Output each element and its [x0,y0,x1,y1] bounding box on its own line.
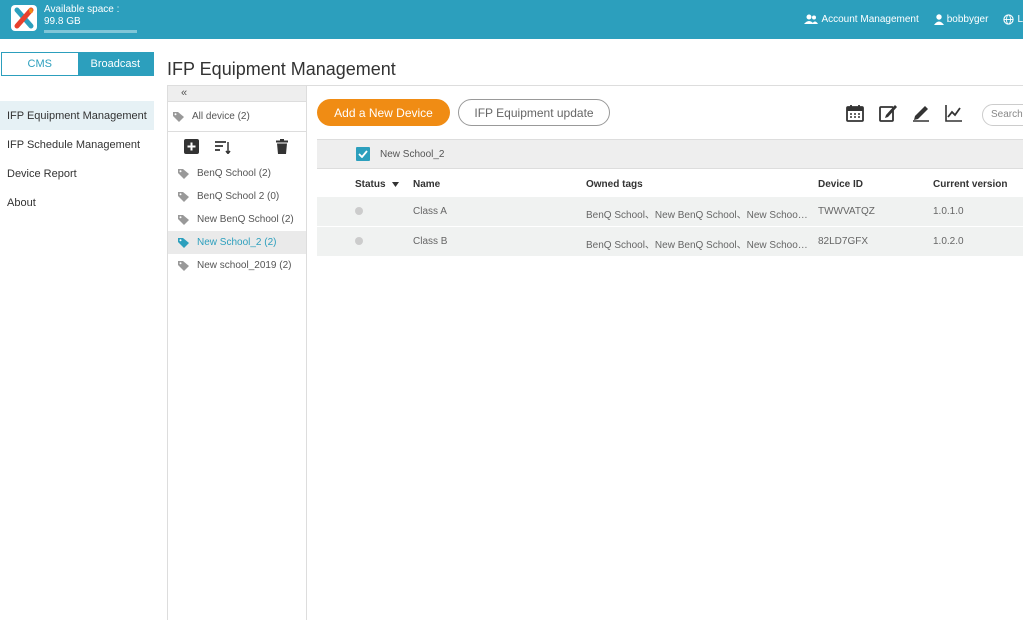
sort-icon[interactable] [215,140,231,154]
tag-icon [178,215,189,225]
tags-icon [173,112,184,122]
tag-label: BenQ School 2 (0) [197,191,280,202]
space-usage-bar [44,30,137,33]
all-device-label: All device (2) [192,111,250,122]
nav-item-ifp-equipment-management[interactable]: IFP Equipment Management [0,101,154,130]
group-name: New School_2 [380,148,445,160]
ifp-equipment-update-button[interactable]: IFP Equipment update [458,99,610,126]
tag-icon [178,192,189,202]
nav-item-about[interactable]: About [0,188,154,217]
user-menu[interactable]: bobbyger [933,14,989,25]
tag-label: New School_2 (2) [197,237,277,248]
group-select-checkbox[interactable] [356,147,370,161]
tag-tools [168,132,306,162]
users-icon [804,14,819,24]
device-main-panel: Add a New Device IFP Equipment update Se… [307,85,1023,620]
column-current-version[interactable]: Current version [933,179,1007,190]
globe-icon [1003,14,1015,25]
username: bobbyger [946,14,989,25]
tag-item-benq-school-2[interactable]: BenQ School 2 (0) [168,185,306,208]
tag-item-benq-school[interactable]: BenQ School (2) [168,162,306,185]
broadcast-tab[interactable]: Broadcast [77,53,153,75]
app-logo[interactable] [11,5,37,31]
language-menu[interactable]: L [1003,14,1023,25]
device-id: 82LD7GFX [818,236,869,247]
column-device-id[interactable]: Device ID [818,179,863,190]
tag-icon [178,169,189,179]
delete-tag-icon[interactable] [276,139,288,154]
tag-item-new-school-2[interactable]: New School_2 (2) [168,231,306,254]
line-chart-icon[interactable] [944,103,964,123]
device-name: Class B [413,236,448,247]
table-row[interactable]: Class A BenQ School、New BenQ School、New … [317,197,1023,227]
tag-label: New BenQ School (2) [197,214,294,225]
mode-toggle: CMS Broadcast [1,52,154,76]
page-title: IFP Equipment Management [167,59,396,79]
check-icon [358,150,368,158]
tag-icon [178,261,189,271]
nav-item-ifp-schedule-management[interactable]: IFP Schedule Management [0,130,154,159]
column-status[interactable]: Status [355,179,400,190]
tag-icon-selected [178,238,189,248]
tag-label: New school_2019 (2) [197,260,292,271]
sidebar-nav: IFP Equipment Management IFP Schedule Ma… [0,101,154,217]
column-owned-tags[interactable]: Owned tags [586,179,643,190]
tag-item-new-benq-school[interactable]: New BenQ School (2) [168,208,306,231]
add-tag-icon[interactable] [184,139,199,154]
cms-tab[interactable]: CMS [2,53,78,75]
device-table-body: Class A BenQ School、New BenQ School、New … [317,197,1023,257]
pencil-icon[interactable] [911,103,931,123]
space-usage-fill [44,30,137,33]
column-name[interactable]: Name [413,179,440,190]
top-bar: Available space : 99.8 GB Account Manage… [0,0,1023,39]
group-header: New School_2 [317,139,1023,169]
collapse-panel-button[interactable]: « [168,85,306,102]
search-input[interactable]: Search... [982,104,1023,126]
add-new-device-button[interactable]: Add a New Device [317,99,450,126]
nav-item-device-report[interactable]: Device Report [0,159,154,188]
status-indicator [355,207,363,215]
all-device-item[interactable]: All device (2) [168,102,306,132]
device-version: 1.0.2.0 [933,236,964,247]
device-name: Class A [413,206,447,217]
status-indicator [355,237,363,245]
device-tags: BenQ School、New BenQ School、New School_2… [586,210,808,221]
language-label: L [1017,14,1023,25]
table-header: Status Name Owned tags Device ID Current… [317,173,1023,197]
column-status-label: Status [355,179,386,190]
sort-down-icon [392,181,400,187]
user-icon [933,14,944,25]
edit-box-icon[interactable] [878,103,898,123]
account-management-label: Account Management [821,14,919,25]
tag-item-new-school-2019[interactable]: New school_2019 (2) [168,254,306,277]
available-space: Available space : 99.8 GB [44,4,120,27]
account-management-link[interactable]: Account Management [804,14,919,25]
tag-panel: « All device (2) BenQ School (2) BenQ Sc… [167,85,307,620]
tag-label: BenQ School (2) [197,168,271,179]
table-row[interactable]: Class B BenQ School、New BenQ School、New … [317,227,1023,257]
device-id: TWWVATQZ [818,206,875,217]
calendar-icon[interactable] [845,103,865,123]
device-tags: BenQ School、New BenQ School、New School_2… [586,240,808,251]
device-version: 1.0.1.0 [933,206,964,217]
